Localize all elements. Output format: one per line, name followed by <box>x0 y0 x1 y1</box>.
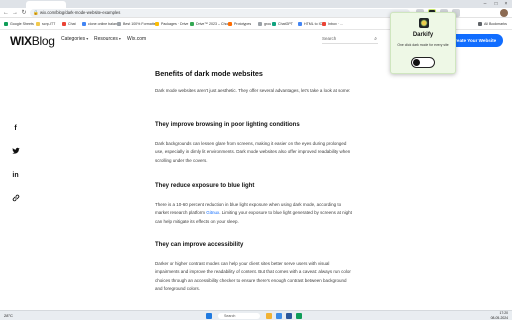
bookmark-item[interactable]: HTML to ICS <box>298 20 325 28</box>
bookmark-favicon-icon <box>272 22 276 26</box>
forward-arrow-icon[interactable]: → <box>11 9 19 17</box>
paragraph-poor-lighting: Dark backgrounds can lessen glare from s… <box>155 141 351 163</box>
lock-icon: 🔒 <box>33 10 39 15</box>
search-label: Search <box>322 36 337 41</box>
bookmark-item[interactable]: grou <box>258 20 271 28</box>
bookmark-label: All Bookmarks <box>484 22 507 26</box>
file-explorer-icon[interactable] <box>266 313 272 319</box>
search-icon: ⌕ <box>374 36 377 42</box>
app-icon[interactable] <box>296 313 302 319</box>
bookmark-favicon-icon <box>322 22 326 26</box>
reload-icon[interactable]: ↻ <box>20 9 28 17</box>
bookmark-item[interactable]: scrp-ITT <box>36 20 55 28</box>
close-window-button[interactable]: × <box>501 0 511 8</box>
bookmark-label: scrp-ITT <box>42 22 56 26</box>
back-arrow-icon[interactable]: ← <box>2 9 10 17</box>
bookmark-label: Chat <box>68 22 76 26</box>
popup-title: Darkify <box>412 32 434 38</box>
wix-blog-logo[interactable]: WIXBlog <box>10 34 55 48</box>
url-text: wix.com/blog/dark-mode-website-examples <box>40 10 121 15</box>
bookmark-favicon-icon <box>117 22 121 26</box>
search-input[interactable]: Search ⌕ <box>322 36 378 44</box>
bookmark-favicon-icon <box>298 22 302 26</box>
profile-avatar[interactable] <box>500 9 508 17</box>
bookmark-favicon-icon <box>228 22 232 26</box>
popup-subtitle: One click dark mode for every site <box>397 43 449 47</box>
bookmark-item[interactable]: Google Sheets <box>4 20 34 28</box>
bookmark-favicon-icon <box>82 22 86 26</box>
darkify-popup: Darkify One click dark mode for every si… <box>390 12 456 74</box>
bookmark-favicon-icon <box>62 22 66 26</box>
app-icon[interactable] <box>286 313 292 319</box>
bookmark-item[interactable]: clone online balan... <box>82 20 120 28</box>
heading-accessibility: They can improve accessibility <box>155 242 244 248</box>
darkify-logo-icon <box>419 18 429 28</box>
bookmark-item[interactable]: Inbox · ... <box>322 20 343 28</box>
weather-widget[interactable]: 28°C <box>4 312 13 320</box>
bookmark-favicon-icon <box>36 22 40 26</box>
bookmark-label: Prototypes <box>234 22 252 26</box>
taskbar-search[interactable]: Search <box>218 313 260 319</box>
twitter-icon[interactable] <box>11 147 20 156</box>
copy-link-icon[interactable] <box>11 194 20 203</box>
paragraph-blue-light: There is a 10-60 percent reduction in bl… <box>155 202 352 224</box>
bookmark-favicon-icon <box>258 22 262 26</box>
gitnux-link[interactable]: Gitnux <box>206 210 219 215</box>
bookmark-label: Best 100% Formatte... <box>123 22 159 26</box>
bookmark-item[interactable]: Best 100% Formatte... <box>117 20 159 28</box>
bookmark-favicon-icon <box>478 22 482 26</box>
heading-blue-light: They reduce exposure to blue light <box>155 183 255 189</box>
bookmark-label: Inbox · ... <box>328 22 343 26</box>
windows-taskbar: 28°C Search 17:20 08-05-2024 <box>0 310 512 320</box>
bookmark-label: Google Sheets <box>10 22 34 26</box>
bookmark-item[interactable]: Packages · Drive <box>155 20 188 28</box>
nav-categories[interactable]: Categories▾ <box>61 36 88 42</box>
address-bar[interactable]: 🔒 wix.com/blog/dark-mode-website-example… <box>30 9 410 17</box>
chrome-icon[interactable] <box>276 313 282 319</box>
minimize-button[interactable]: – <box>480 0 490 8</box>
chevron-down-icon: ▾ <box>86 36 89 41</box>
facebook-icon[interactable]: f <box>11 124 20 133</box>
bookmark-label: clone online balan... <box>88 22 120 26</box>
browser-tab-strip: – □ × <box>0 0 512 8</box>
chevron-down-icon: ▾ <box>118 36 121 41</box>
bookmark-label: grou <box>264 22 272 26</box>
heading-poor-lighting: They improve browsing in poor lighting c… <box>155 122 300 128</box>
bookmark-favicon-icon <box>155 22 159 26</box>
bookmark-favicon-icon <box>4 22 8 26</box>
toggle-knob <box>413 59 420 66</box>
bookmark-item[interactable]: Prototypes <box>228 20 251 28</box>
dark-mode-toggle[interactable] <box>411 57 435 68</box>
maximize-button[interactable]: □ <box>491 0 501 8</box>
bookmark-item[interactable]: All Bookmarks <box>478 20 507 28</box>
paragraph-accessibility: Darker or higher contrast modes can help… <box>155 261 351 291</box>
intro-paragraph: Dark mode websites aren't just aesthetic… <box>155 88 351 93</box>
bookmark-favicon-icon <box>190 22 194 26</box>
bookmark-label: ChatGPT <box>278 22 293 26</box>
section-title: Benefits of dark mode websites <box>155 69 263 78</box>
bookmark-label: Packages · Drive <box>161 22 189 26</box>
linkedin-icon[interactable]: in <box>11 171 20 180</box>
nav-wix-com[interactable]: Wix.com <box>127 36 146 42</box>
bookmark-item[interactable]: Drive™ 2023 – Choo... <box>190 20 233 28</box>
bookmark-item[interactable]: Chat <box>62 20 76 28</box>
system-clock[interactable]: 17:20 08-05-2024 <box>491 311 508 320</box>
nav-resources[interactable]: Resources▾ <box>94 36 121 42</box>
browser-tab-active[interactable] <box>26 1 66 8</box>
start-menu-icon[interactable] <box>206 313 212 319</box>
bookmark-item[interactable]: ChatGPT <box>272 20 293 28</box>
